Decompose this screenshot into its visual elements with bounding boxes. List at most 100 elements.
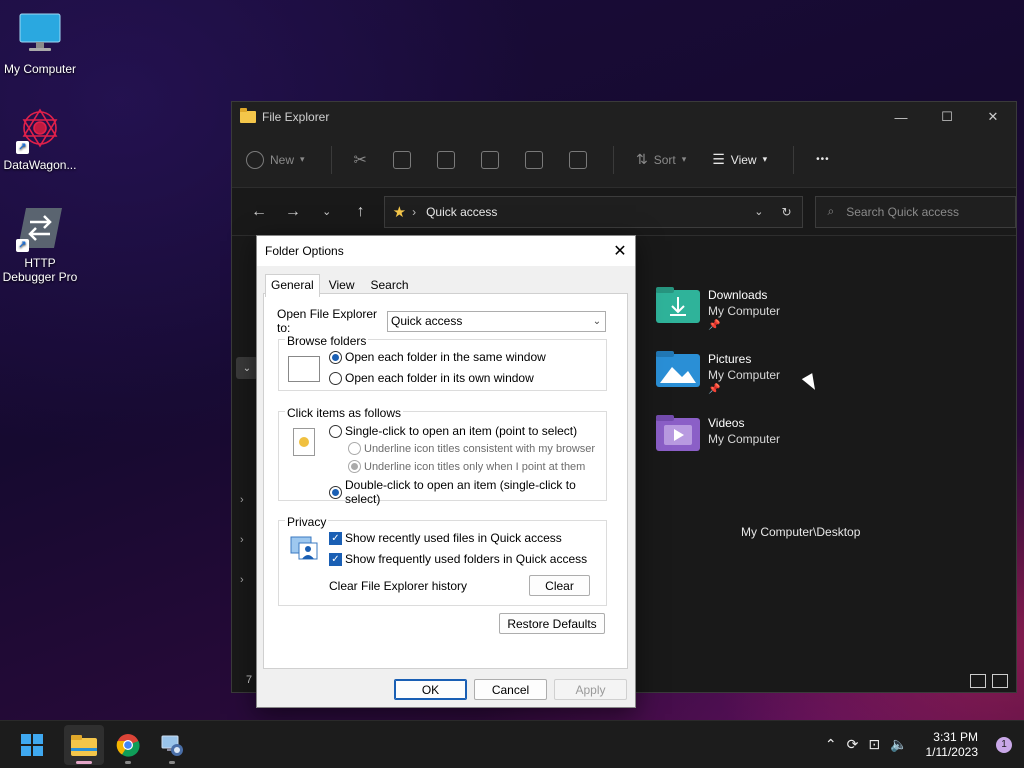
- explorer-title-bar[interactable]: File Explorer — ☐ ✕: [232, 102, 1016, 132]
- copy-icon: [392, 150, 411, 169]
- share-button[interactable]: [524, 150, 543, 169]
- radio-underline-browser[interactable]: Underline icon titles consistent with my…: [348, 442, 595, 455]
- chevron-down-icon[interactable]: ⌄: [236, 357, 258, 379]
- clear-history-label: Clear File Explorer history: [329, 579, 468, 593]
- chevron-up-icon[interactable]: ⌃: [825, 736, 837, 753]
- toolbar-divider: [612, 145, 614, 174]
- radio-single-click[interactable]: Single-click to open an item (point to s…: [329, 424, 577, 438]
- details-view-icon[interactable]: [970, 674, 986, 688]
- more-icon: •••: [816, 154, 830, 165]
- desktop-icon-datawagon[interactable]: ↗ DataWagon...: [0, 106, 80, 172]
- radio-button[interactable]: [348, 442, 361, 455]
- radio-underline-point[interactable]: Underline icon titles only when I point …: [348, 460, 585, 473]
- chevron-down-icon[interactable]: ⌄: [754, 205, 763, 219]
- item-location: My Computer: [708, 432, 781, 446]
- rename-icon: [480, 150, 499, 169]
- close-button[interactable]: ✕: [970, 102, 1016, 132]
- general-tab-panel: Open File Explorer to: Quick access ⌄ Br…: [263, 293, 628, 669]
- cut-button[interactable]: ✂: [354, 150, 367, 170]
- back-button[interactable]: ←: [242, 203, 276, 221]
- clock-date: 1/11/2023: [925, 744, 979, 759]
- cancel-button[interactable]: Cancel: [474, 679, 547, 700]
- checkbox-frequent-folders[interactable]: ✓ Show frequently used folders in Quick …: [329, 552, 587, 566]
- group-label: Browse folders: [285, 334, 369, 348]
- radio-same-window[interactable]: Open each folder in the same window: [329, 350, 546, 364]
- radio-button[interactable]: [329, 485, 342, 499]
- ok-button[interactable]: OK: [394, 679, 467, 700]
- paste-icon: [436, 150, 455, 169]
- radio-own-window[interactable]: Open each folder in its own window: [329, 371, 534, 385]
- clock[interactable]: 3:31 PM 1/11/2023: [926, 730, 979, 760]
- taskbar-chrome[interactable]: [108, 725, 148, 765]
- new-button[interactable]: New ▾: [246, 150, 305, 169]
- trash-icon: [568, 150, 587, 169]
- view-button[interactable]: ☰ View ▾: [712, 151, 767, 168]
- large-icons-view-icon[interactable]: [992, 674, 1008, 688]
- dialog-title: Folder Options: [265, 244, 344, 258]
- desktop-icon-my-computer[interactable]: My Computer: [0, 10, 80, 76]
- paste-button[interactable]: [436, 150, 455, 169]
- desktop-icon-http-debugger[interactable]: ↗ HTTP Debugger Pro: [0, 204, 80, 284]
- browse-folders-icon: [288, 356, 320, 382]
- search-input[interactable]: ⌕ Search Quick access: [814, 195, 1016, 228]
- delete-button[interactable]: [568, 150, 587, 169]
- sort-button[interactable]: ⇅ Sort ▾: [636, 151, 686, 168]
- tab-general[interactable]: General: [265, 274, 320, 297]
- folder-icon: [71, 734, 97, 756]
- radio-button[interactable]: [329, 371, 342, 385]
- start-button[interactable]: [12, 725, 52, 765]
- group-label: Click items as follows: [285, 406, 404, 420]
- radio-label: Open each folder in the same window: [345, 350, 546, 364]
- checkbox-recent-files[interactable]: ✓ Show recently used files in Quick acce…: [329, 531, 562, 545]
- network-icon[interactable]: ⊡: [868, 736, 880, 753]
- rename-button[interactable]: [480, 150, 499, 169]
- radio-button[interactable]: [329, 424, 342, 438]
- plus-icon: [246, 150, 264, 169]
- forward-button[interactable]: →: [276, 203, 310, 221]
- list-item[interactable]: Downloads My Computer 📌: [656, 287, 780, 333]
- explorer-toolbar: New ▾ ✂ ⇅ Sort ▾ ☰ View ▾ •••: [232, 132, 1016, 188]
- sync-alert-icon[interactable]: ⟳: [847, 736, 859, 753]
- breadcrumb-location[interactable]: Quick access: [426, 205, 497, 219]
- checkbox[interactable]: ✓: [329, 552, 342, 566]
- radio-label: Underline icon titles only when I point …: [364, 460, 586, 473]
- folder-icon: [240, 108, 256, 123]
- checkbox[interactable]: ✓: [329, 531, 342, 545]
- click-items-group: Click items as follows Single-click to o…: [278, 406, 607, 506]
- up-button[interactable]: ↑: [344, 203, 378, 221]
- downloads-folder-icon: [656, 287, 700, 323]
- radio-button[interactable]: [348, 460, 361, 473]
- list-item[interactable]: Pictures My Computer 📌: [656, 351, 780, 397]
- radio-button[interactable]: [329, 350, 342, 364]
- taskbar-file-explorer[interactable]: [64, 724, 104, 765]
- address-bar-row: ← → ⌄ ↑ ★ › Quick access ⌄ ↻ ⌕ Search Qu…: [232, 188, 1016, 236]
- chevron-right-icon[interactable]: ›: [240, 494, 244, 506]
- chevron-right-icon[interactable]: ›: [240, 574, 244, 586]
- more-options-button[interactable]: •••: [816, 154, 830, 165]
- recent-file-path[interactable]: My Computer\Desktop: [741, 525, 860, 539]
- refresh-icon[interactable]: ↻: [781, 205, 791, 219]
- chevron-right-icon[interactable]: ›: [240, 534, 244, 546]
- apply-button[interactable]: Apply: [554, 679, 627, 700]
- minimize-button[interactable]: —: [878, 102, 924, 132]
- open-to-select[interactable]: Quick access ⌄: [387, 310, 606, 332]
- volume-icon[interactable]: 🔈: [890, 736, 907, 753]
- maximize-button[interactable]: ☐: [924, 102, 970, 132]
- restore-defaults-button[interactable]: Restore Defaults: [499, 613, 605, 634]
- radio-double-click[interactable]: Double-click to open an item (single-cli…: [329, 478, 606, 506]
- address-bar[interactable]: ★ › Quick access ⌄ ↻: [383, 195, 803, 228]
- notification-badge[interactable]: 1: [996, 736, 1012, 753]
- dialog-title-bar[interactable]: Folder Options ✕: [257, 236, 635, 266]
- active-indicator: [76, 760, 92, 764]
- recent-locations-button[interactable]: ⌄: [310, 205, 344, 218]
- list-item[interactable]: Videos My Computer: [656, 415, 780, 451]
- breadcrumb-separator: ›: [412, 204, 417, 219]
- sort-icon: ⇅: [635, 151, 648, 167]
- clear-button[interactable]: Clear: [529, 575, 590, 596]
- open-to-value: Quick access: [391, 314, 463, 328]
- star-icon: ★: [392, 203, 407, 221]
- close-icon[interactable]: ✕: [605, 241, 635, 261]
- copy-button[interactable]: [392, 150, 411, 169]
- taskbar-network-app[interactable]: [152, 725, 192, 765]
- pin-icon: 📌: [708, 320, 721, 331]
